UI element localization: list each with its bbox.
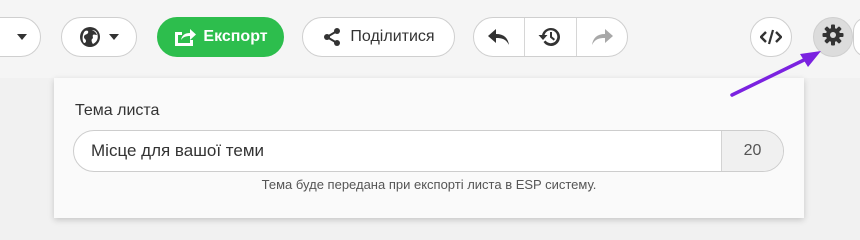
settings-button[interactable] [813,17,853,57]
toolbar: Експорт Поділитися [0,0,860,78]
char-counter: 20 [721,131,783,171]
language-dropdown-button[interactable] [61,17,137,57]
history-button[interactable] [524,18,575,56]
subject-field: 20 [73,130,784,172]
code-view-button[interactable] [750,17,792,57]
export-button[interactable]: Експорт [157,17,284,57]
partial-button[interactable] [853,17,860,57]
export-icon [173,27,197,47]
subject-input[interactable] [74,131,721,171]
gear-icon [822,24,844,51]
subject-hint: Тема буде передана при експорті листа в … [261,177,597,192]
history-button-group [473,17,628,57]
share-icon [322,27,342,47]
undo-icon [487,27,511,47]
redo-icon [590,27,614,47]
share-button[interactable]: Поділитися [302,17,455,57]
subject-label: Тема листа [75,102,160,119]
partial-dropdown-button[interactable] [0,17,41,57]
undo-button[interactable] [474,18,524,56]
export-label: Експорт [203,28,268,45]
settings-panel: Тема листа 20 Тема буде передана при екс… [54,78,804,218]
code-icon [760,28,782,46]
redo-button[interactable] [575,18,627,56]
globe-icon [79,26,101,48]
chevron-down-icon [16,34,27,40]
chevron-down-icon [109,34,119,40]
history-icon [538,26,562,48]
share-label: Поділитися [350,28,435,45]
